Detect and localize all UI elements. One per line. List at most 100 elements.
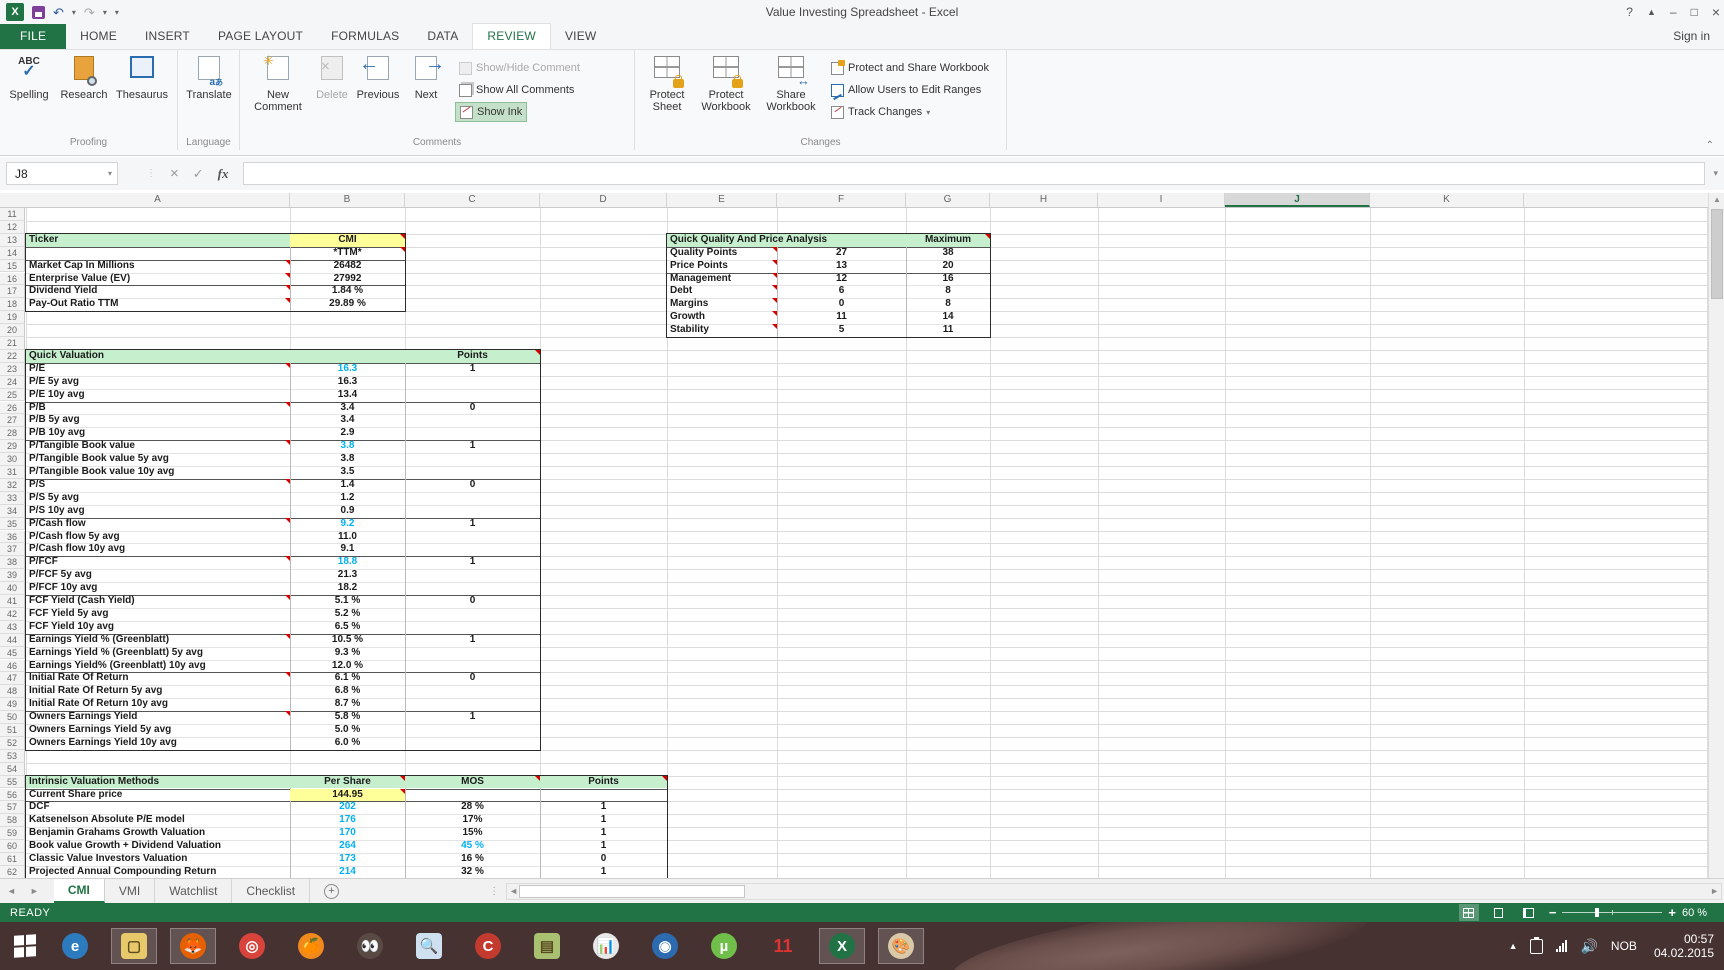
- row-header-12[interactable]: 12: [0, 220, 25, 234]
- row-header-20[interactable]: 20: [0, 324, 25, 337]
- page-break-view-button[interactable]: [1519, 904, 1539, 921]
- cell-C22[interactable]: Points: [405, 349, 540, 363]
- cell-A46[interactable]: Earnings Yield% (Greenblatt) 10y avg: [26, 660, 290, 673]
- spelling-button[interactable]: ABC ✓ Spelling: [3, 56, 55, 101]
- row-header-50[interactable]: 50: [0, 711, 25, 724]
- taskbar-icon-eleven[interactable]: 11: [760, 928, 806, 964]
- row-header-56[interactable]: 56: [0, 788, 25, 802]
- cell-B38[interactable]: 18.8: [290, 556, 405, 569]
- cell-B28[interactable]: 2.9: [290, 427, 405, 440]
- cell-B34[interactable]: 0.9: [290, 505, 405, 518]
- sheet-tab-cmi[interactable]: CMI: [53, 879, 105, 903]
- row-header-40[interactable]: 40: [0, 582, 25, 595]
- sheet-tab-vmi[interactable]: VMI: [105, 879, 156, 903]
- cell-B60[interactable]: 264: [290, 840, 405, 853]
- row-header-39[interactable]: 39: [0, 569, 25, 583]
- cell-B25[interactable]: 13.4: [290, 389, 405, 402]
- cell-A24[interactable]: P/E 5y avg: [26, 376, 290, 389]
- cell-A55[interactable]: Intrinsic Valuation Methods: [26, 775, 290, 789]
- new-comment-button[interactable]: ✳ New Comment: [252, 53, 304, 113]
- cell-A59[interactable]: Benjamin Grahams Growth Valuation: [26, 827, 290, 840]
- formula-bar-splitter[interactable]: ⋮: [146, 168, 156, 179]
- cell-A17[interactable]: Dividend Yield: [26, 285, 290, 298]
- ribbon-tab-review[interactable]: REVIEW: [472, 23, 551, 49]
- enter-button[interactable]: ✓: [193, 166, 204, 182]
- cell-A42[interactable]: FCF Yield 5y avg: [26, 608, 290, 621]
- minimize-button[interactable]: –: [1670, 5, 1677, 19]
- close-button[interactable]: ×: [1712, 4, 1720, 20]
- row-header-14[interactable]: 14: [0, 246, 25, 260]
- cell-A13[interactable]: Ticker: [26, 233, 290, 247]
- cell-A15[interactable]: Market Cap In Millions: [26, 259, 290, 273]
- cell-A36[interactable]: P/Cash flow 5y avg: [26, 531, 290, 544]
- save-icon[interactable]: [32, 5, 45, 19]
- taskbar-icon-fl-studio[interactable]: 🍊: [288, 928, 334, 964]
- cell-A35[interactable]: P/Cash flow: [26, 517, 290, 531]
- cell-B27[interactable]: 3.4: [290, 414, 405, 427]
- cell-A58[interactable]: Katsenelson Absolute P/E model: [26, 814, 290, 827]
- row-header-17[interactable]: 17: [0, 285, 25, 299]
- restore-button[interactable]: □: [1691, 5, 1698, 19]
- row-header-15[interactable]: 15: [0, 259, 25, 273]
- network-signal-icon[interactable]: [1556, 940, 1568, 952]
- sheet-tab-checklist[interactable]: Checklist: [232, 879, 311, 903]
- ribbon-tab-view[interactable]: VIEW: [551, 24, 610, 49]
- taskbar-icon-explorer[interactable]: ▢: [111, 928, 157, 964]
- cell-C32[interactable]: 0: [405, 479, 540, 492]
- cell-B62[interactable]: 214: [290, 866, 405, 878]
- taskbar-icon-stats[interactable]: 📊: [583, 928, 629, 964]
- cell-C55[interactable]: MOS: [405, 775, 540, 789]
- column-header-A[interactable]: A: [26, 193, 290, 207]
- cell-C38[interactable]: 1: [405, 556, 540, 569]
- tab-scroll-splitter[interactable]: ⋮: [489, 886, 500, 897]
- cell-A16[interactable]: Enterprise Value (EV): [26, 272, 290, 286]
- column-header-G[interactable]: G: [906, 193, 990, 207]
- page-layout-view-button[interactable]: [1489, 904, 1509, 921]
- vertical-scrollbar[interactable]: ▲ ▼: [1708, 193, 1724, 890]
- cell-B14[interactable]: *TTM*: [290, 246, 405, 260]
- row-header-58[interactable]: 58: [0, 814, 25, 828]
- row-header-45[interactable]: 45: [0, 646, 25, 660]
- vertical-scroll-thumb[interactable]: [1711, 209, 1723, 299]
- hscroll-right-arrow[interactable]: ►: [1710, 886, 1719, 896]
- row-header-53[interactable]: 53: [0, 749, 25, 763]
- row-header-48[interactable]: 48: [0, 685, 25, 699]
- cell-C59[interactable]: 15%: [405, 827, 540, 840]
- column-header-C[interactable]: C: [405, 193, 540, 207]
- redo-caret[interactable]: ▾: [103, 8, 107, 17]
- cell-A40[interactable]: P/FCF 10y avg: [26, 582, 290, 595]
- cell-C60[interactable]: 45 %: [405, 840, 540, 853]
- cell-B29[interactable]: 3.8: [290, 440, 405, 453]
- cell-A52[interactable]: Owners Earnings Yield 10y avg: [26, 737, 290, 750]
- cell-B51[interactable]: 5.0 %: [290, 724, 405, 737]
- zoom-slider-thumb[interactable]: [1595, 908, 1600, 917]
- row-header-35[interactable]: 35: [0, 517, 25, 531]
- cell-B26[interactable]: 3.4: [290, 402, 405, 415]
- cell-F18[interactable]: 0: [777, 298, 906, 311]
- row-header-36[interactable]: 36: [0, 530, 25, 544]
- translate-button[interactable]: aあ Translate: [183, 56, 235, 101]
- taskbar-icon-chrome[interactable]: ◎: [229, 928, 275, 964]
- cell-G16[interactable]: 16: [906, 273, 990, 286]
- cell-D58[interactable]: 1: [540, 814, 667, 827]
- cell-B42[interactable]: 5.2 %: [290, 608, 405, 621]
- show-all-comments-button[interactable]: Show All Comments: [455, 80, 578, 100]
- ribbon-tab-page-layout[interactable]: PAGE LAYOUT: [204, 24, 317, 49]
- qat-customize-caret[interactable]: ▾: [115, 8, 119, 17]
- row-header-21[interactable]: 21: [0, 337, 25, 350]
- cell-A44[interactable]: Earnings Yield % (Greenblatt): [26, 633, 290, 647]
- cell-A60[interactable]: Book value Growth + Dividend Valuation: [26, 840, 290, 853]
- undo-icon[interactable]: ↶: [53, 6, 64, 19]
- cell-B48[interactable]: 6.8 %: [290, 685, 405, 698]
- column-header-I[interactable]: I: [1098, 193, 1225, 207]
- cell-G13[interactable]: Maximum: [906, 233, 990, 247]
- undo-caret[interactable]: ▾: [72, 8, 76, 17]
- cell-D61[interactable]: 0: [540, 853, 667, 866]
- cell-B58[interactable]: 176: [290, 814, 405, 827]
- row-header-57[interactable]: 57: [0, 801, 25, 815]
- row-header-34[interactable]: 34: [0, 504, 25, 518]
- cell-B61[interactable]: 173: [290, 853, 405, 866]
- delete-comment-button[interactable]: × Delete: [306, 56, 358, 101]
- cell-A41[interactable]: FCF Yield (Cash Yield): [26, 595, 290, 608]
- cell-G19[interactable]: 14: [906, 311, 990, 324]
